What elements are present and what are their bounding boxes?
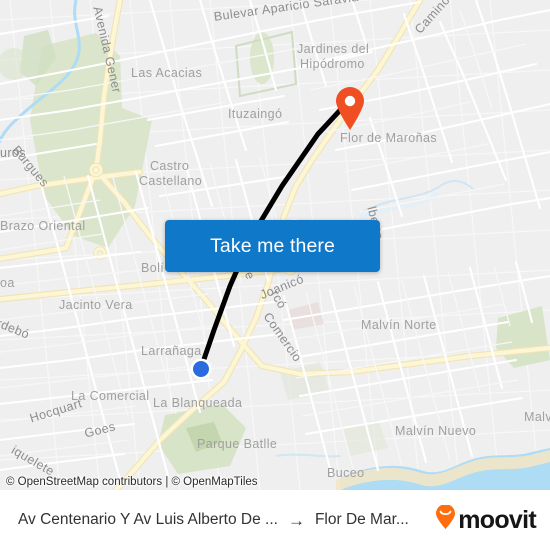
moovit-logo[interactable]: moovit <box>435 504 550 535</box>
route-bottom-bar: Av Centenario Y Av Luis Alberto De ... →… <box>0 490 550 550</box>
origin-dot-icon[interactable] <box>190 358 212 380</box>
moovit-wordmark: moovit <box>458 505 536 534</box>
destination-stop-label: Flor De Mar... <box>314 511 409 528</box>
take-me-there-button[interactable]: Take me there <box>165 220 380 272</box>
map-attribution[interactable]: © OpenStreetMap contributors | © OpenMap… <box>6 476 258 488</box>
take-me-there-label: Take me there <box>210 234 335 257</box>
moovit-map-screen: Las Acacias Ituzaingó Jardines del Hipódrom… <box>0 0 550 550</box>
destination-map-pin-icon[interactable] <box>333 85 367 131</box>
arrow-right-icon: → <box>287 510 305 530</box>
map-canvas[interactable]: Las Acacias Ituzaingó Jardines del Hipódrom… <box>0 0 550 490</box>
moovit-pin-icon <box>435 504 456 535</box>
origin-stop-label: Av Centenario Y Av Luis Alberto De ... <box>18 511 278 528</box>
route-summary[interactable]: Av Centenario Y Av Luis Alberto De ... →… <box>0 511 435 529</box>
